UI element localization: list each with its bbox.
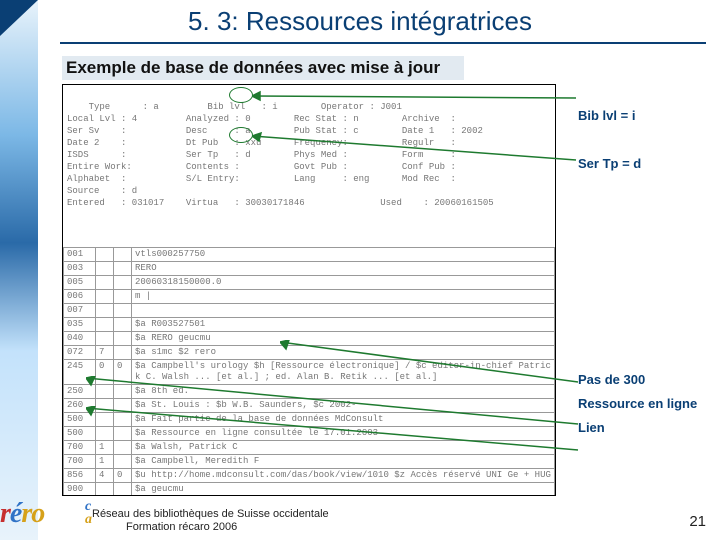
annotation-biblvl: Bib lvl = i bbox=[578, 108, 708, 124]
field-ind1: 4 bbox=[96, 469, 114, 483]
field-ind2 bbox=[114, 483, 132, 497]
field-tag: 900 bbox=[64, 483, 96, 497]
logo-letter-a: a bbox=[85, 513, 92, 526]
field-ind1 bbox=[96, 483, 114, 497]
table-row: 006 m | bbox=[64, 290, 555, 304]
field-data: $a R003527501 bbox=[132, 318, 555, 332]
field-data: m | bbox=[132, 290, 555, 304]
table-row: 001 vtls000257750 bbox=[64, 248, 555, 262]
footer-line2: Formation récaro 2006 bbox=[126, 521, 237, 533]
background-strip bbox=[0, 0, 38, 540]
field-tag: 005 bbox=[64, 276, 96, 290]
annotations-column: Bib lvl = i Ser Tp = d Pas de 300 Ressou… bbox=[578, 108, 708, 444]
footer-line1: Réseau des bibliothèques de Suisse occid… bbox=[92, 508, 329, 520]
page-title: 5. 3: Ressources intégratrices bbox=[0, 6, 720, 37]
field-tag: 072 bbox=[64, 346, 96, 360]
field-data: vtls000257750 bbox=[132, 248, 555, 262]
annotation-sertp: Ser Tp = d bbox=[578, 156, 708, 172]
logo-letter-e: é bbox=[10, 498, 21, 529]
field-tag: 035 bbox=[64, 318, 96, 332]
table-row: 900 $a geucmu bbox=[64, 483, 555, 497]
field-ind1 bbox=[96, 304, 114, 318]
field-tag: 856 bbox=[64, 469, 96, 483]
field-ind2 bbox=[114, 248, 132, 262]
arrow-biblvl bbox=[252, 88, 582, 108]
arrow-lien bbox=[86, 406, 584, 458]
annotation-pas300: Pas de 300 bbox=[578, 372, 708, 388]
page-number: 21 bbox=[689, 513, 706, 530]
field-ind1: 7 bbox=[96, 346, 114, 360]
field-tag: 007 bbox=[64, 304, 96, 318]
table-row: 005 20060318150000.0 bbox=[64, 276, 555, 290]
field-data: $a geucmu bbox=[132, 483, 555, 497]
field-ind2 bbox=[114, 332, 132, 346]
field-ind1 bbox=[96, 290, 114, 304]
arrow-sertp bbox=[252, 128, 582, 172]
field-data: RERO bbox=[132, 262, 555, 276]
field-tag: 040 bbox=[64, 332, 96, 346]
field-ind2 bbox=[114, 304, 132, 318]
logo-letters-ro: ro bbox=[21, 498, 44, 529]
highlight-circle-biblvl bbox=[229, 87, 253, 103]
field-tag: 003 bbox=[64, 262, 96, 276]
field-ind1 bbox=[96, 332, 114, 346]
subtitle: Exemple de base de données avec mise à j… bbox=[62, 56, 464, 80]
highlight-circle-sertp bbox=[229, 127, 253, 143]
title-underline bbox=[60, 42, 706, 44]
footer-text: Réseau des bibliothèques de Suisse occid… bbox=[92, 508, 329, 534]
rero-logo: réro c a bbox=[0, 498, 90, 536]
field-ind1 bbox=[96, 276, 114, 290]
field-ind2 bbox=[114, 262, 132, 276]
field-ind1 bbox=[96, 262, 114, 276]
table-row: 007 bbox=[64, 304, 555, 318]
field-tag: 006 bbox=[64, 290, 96, 304]
field-ind2 bbox=[114, 276, 132, 290]
annotation-ressource: Ressource en ligne bbox=[578, 396, 708, 412]
field-data: 20060318150000.0 bbox=[132, 276, 555, 290]
field-ind1 bbox=[96, 248, 114, 262]
table-row: 85640$u http://home.mdconsult.com/das/bo… bbox=[64, 469, 555, 483]
field-ind1 bbox=[96, 318, 114, 332]
table-row: 003 RERO bbox=[64, 262, 555, 276]
table-row: 035 $a R003527501 bbox=[64, 318, 555, 332]
field-tag: 001 bbox=[64, 248, 96, 262]
logo-letter-r: r bbox=[0, 498, 10, 529]
field-data bbox=[132, 304, 555, 318]
field-ind2 bbox=[114, 290, 132, 304]
field-ind2 bbox=[114, 346, 132, 360]
field-data: $u http://home.mdconsult.com/das/book/vi… bbox=[132, 469, 555, 483]
field-ind2: 0 bbox=[114, 469, 132, 483]
field-ind2 bbox=[114, 318, 132, 332]
annotation-lien: Lien bbox=[578, 420, 708, 436]
